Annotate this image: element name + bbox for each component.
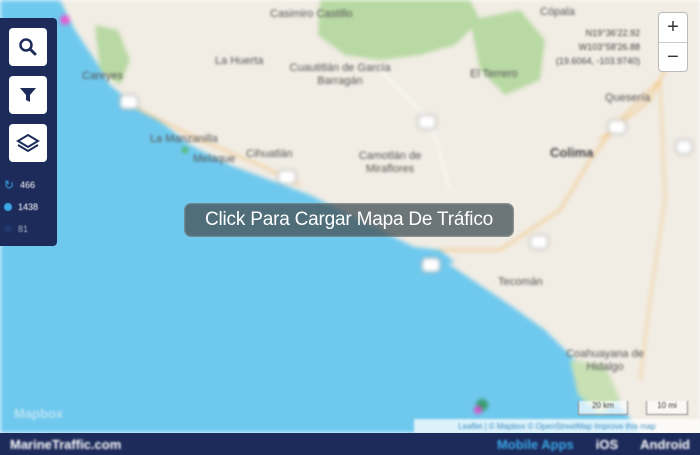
filter-button[interactable]: [9, 76, 47, 114]
place-label: Quesería: [605, 92, 651, 104]
search-icon: [19, 38, 37, 56]
app-links: Mobile Apps iOS Android: [497, 437, 690, 452]
stat-other: 81: [4, 224, 28, 234]
zoom-in-button[interactable]: +: [659, 13, 687, 43]
place-label: Cópala: [540, 6, 575, 18]
refresh-icon: ↻: [4, 178, 15, 192]
place-label: Casimiro Castillo: [270, 8, 353, 20]
coordinates-lon: W103°58'26.88: [578, 42, 640, 52]
place-label: Camotlán de Miraflores: [358, 150, 422, 175]
search-button[interactable]: [9, 28, 47, 66]
place-label: Coahuayana de Hidalgo: [566, 348, 644, 373]
coordinates-readout: N19°36'22.92 W103°58'26.88 (19.6064, -10…: [540, 26, 640, 68]
coordinates-lat: N19°36'22.92: [585, 28, 640, 38]
place-label: Cuautitlán de García Barragán: [289, 62, 391, 87]
scale-bar-imperial: 10 mi: [646, 401, 688, 415]
zoom-out-button[interactable]: −: [659, 43, 687, 72]
mapbox-logo: Mapbox: [14, 406, 64, 421]
map-attribution[interactable]: Leaflet | © Mapbox © OpenStreetMap Impro…: [414, 419, 700, 433]
layers-button[interactable]: [9, 124, 47, 162]
stat-refresh[interactable]: ↻ 466: [4, 178, 35, 192]
place-label: El Terrero: [470, 68, 518, 80]
place-label: Tecomán: [498, 276, 543, 288]
scale-bar-metric: 20 km: [578, 401, 628, 415]
zoom-control: + −: [658, 12, 688, 72]
footer-bar: MarineTraffic.com Mobile Apps iOS Androi…: [0, 433, 700, 455]
place-label: La Manzanilla: [150, 133, 218, 145]
stat-other-value: 81: [18, 224, 29, 234]
place-label: Careyes: [82, 70, 123, 82]
place-label: Cihuatlán: [246, 148, 293, 160]
stat-refresh-value: 466: [20, 180, 36, 190]
ios-link[interactable]: iOS: [596, 437, 618, 452]
load-traffic-map-button[interactable]: Click Para Cargar Mapa De Tráfico: [184, 203, 514, 237]
place-label: La Huerta: [215, 55, 264, 67]
layers-icon: [16, 133, 40, 153]
brand-link[interactable]: MarineTraffic.com: [10, 437, 121, 452]
place-label: Melaque: [193, 153, 236, 165]
coordinates-decimal: (19.6064, -103.9740): [555, 56, 640, 66]
android-link[interactable]: Android: [640, 437, 690, 452]
dark-dot-icon: [4, 225, 12, 233]
vessel-dot-icon: [4, 203, 12, 211]
stat-vessels-value: 1438: [18, 202, 39, 212]
place-label-city: Colima: [550, 145, 594, 160]
filter-icon: [20, 88, 36, 102]
stat-vessels: 1438: [4, 202, 38, 212]
mobile-apps-label: Mobile Apps: [496, 437, 574, 452]
map-toolbar: ↻ 466 1438 81: [0, 18, 57, 246]
